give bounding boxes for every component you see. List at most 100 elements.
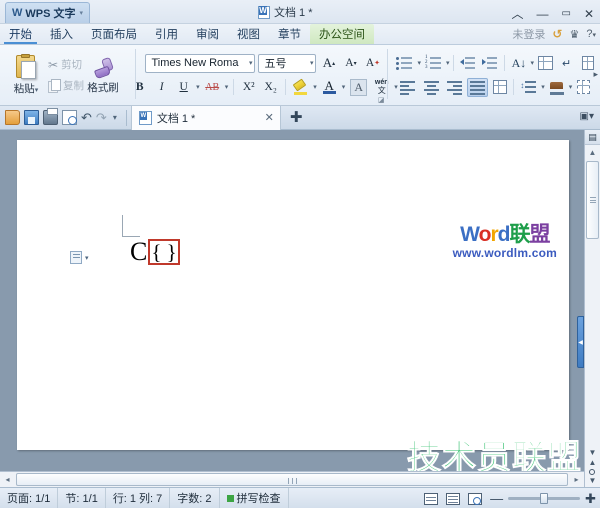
- next-page-button[interactable]: ▼: [589, 477, 597, 485]
- status-word-count[interactable]: 字数: 2: [170, 487, 220, 508]
- document-page[interactable]: ▾ C { } Word联盟 www.wordlm.com: [17, 140, 569, 450]
- scroll-right-button[interactable]: ▸: [569, 472, 584, 487]
- show-formatting-marks-button[interactable]: [536, 54, 555, 73]
- document-tab[interactable]: 文档 1 * ✕: [130, 105, 281, 130]
- chevron-down-icon[interactable]: ▾: [85, 254, 89, 262]
- document-text[interactable]: C { }: [130, 237, 180, 267]
- select-browse-object-icon[interactable]: [589, 469, 596, 475]
- maximize-button[interactable]: ▭: [561, 7, 570, 21]
- tab-review[interactable]: 审阅: [187, 24, 228, 44]
- status-spell-check[interactable]: 拼写检查: [220, 487, 289, 508]
- print-icon[interactable]: [43, 108, 58, 125]
- horizontal-scrollbar[interactable]: ◂ ▸: [0, 471, 584, 487]
- horizontal-scroll-thumb[interactable]: [16, 473, 568, 486]
- paste-button[interactable]: 粘贴▾: [6, 54, 46, 96]
- minimize-button[interactable]: —: [536, 7, 548, 21]
- side-panel-toggle[interactable]: ◀: [577, 316, 584, 368]
- status-line-column[interactable]: 行: 1 列: 7: [106, 487, 171, 508]
- undo-icon[interactable]: ↶: [81, 111, 92, 124]
- clear-formatting-button[interactable]: A ✦: [363, 54, 382, 73]
- font-dialog-launcher[interactable]: ◪: [378, 96, 385, 104]
- print-layout-view-button[interactable]: [424, 492, 439, 505]
- tab-start[interactable]: 开始: [0, 24, 41, 44]
- font-color-chevron-icon[interactable]: ▾: [342, 83, 346, 91]
- vertical-scrollbar[interactable]: ▤ ▲ ▼ ▲ ▼: [584, 130, 600, 487]
- account-status-label[interactable]: 未登录: [512, 26, 545, 42]
- tab-insert[interactable]: 插入: [41, 24, 82, 44]
- ribbon-overflow-button[interactable]: ▸: [593, 69, 598, 80]
- align-center-button[interactable]: [421, 78, 442, 97]
- italic-button[interactable]: I: [152, 78, 171, 97]
- line-spacing-chevron-icon[interactable]: ▾: [541, 83, 545, 91]
- font-color-button[interactable]: A: [320, 78, 339, 97]
- scroll-down-button[interactable]: ▼: [589, 449, 597, 457]
- cut-button[interactable]: ✂ 剪切: [48, 55, 84, 74]
- save-icon[interactable]: [24, 110, 39, 125]
- tab-page-layout[interactable]: 页面布局: [82, 24, 146, 44]
- zoom-out-button[interactable]: —: [490, 492, 503, 505]
- justify-button[interactable]: [467, 77, 489, 97]
- sort-chevron-icon[interactable]: ▾: [530, 59, 534, 67]
- tab-references[interactable]: 引用: [146, 24, 187, 44]
- bullet-list-button[interactable]: [394, 54, 415, 73]
- decrease-indent-button[interactable]: [458, 54, 478, 73]
- highlight-color-button[interactable]: [291, 78, 310, 97]
- align-left-button[interactable]: [398, 78, 419, 97]
- vertical-scroll-thumb[interactable]: [586, 161, 599, 239]
- chevron-down-icon[interactable]: ▾: [310, 59, 314, 67]
- increase-indent-button[interactable]: [480, 54, 500, 73]
- font-family-combobox[interactable]: Times New Roma ▾: [145, 53, 256, 73]
- previous-page-button[interactable]: ▲: [589, 459, 597, 467]
- web-layout-view-button[interactable]: [468, 492, 483, 505]
- sort-button[interactable]: A↓: [509, 54, 528, 73]
- superscript-button[interactable]: X²: [239, 78, 258, 97]
- tab-view[interactable]: 视图: [228, 24, 269, 44]
- strikethrough-options-chevron-icon[interactable]: ▾: [225, 83, 229, 91]
- outline-view-button[interactable]: [446, 492, 461, 505]
- status-section[interactable]: 节: 1/1: [58, 487, 106, 508]
- numbered-list-button[interactable]: 1 2 3: [423, 54, 444, 73]
- chevron-down-icon[interactable]: ▾: [35, 87, 39, 94]
- insert-line-break-button[interactable]: ↵: [557, 54, 576, 73]
- subscript-button[interactable]: X₂: [261, 78, 280, 97]
- numbered-list-chevron-icon[interactable]: ▾: [446, 59, 450, 67]
- wps-app-menu-button[interactable]: W WPS 文字 ▾: [5, 2, 91, 23]
- zoom-in-button[interactable]: ✚: [585, 492, 596, 505]
- new-tab-button[interactable]: ✚: [281, 110, 312, 125]
- split-window-button[interactable]: ▤: [584, 130, 600, 145]
- zoom-slider-track[interactable]: [508, 493, 581, 504]
- chevron-down-icon[interactable]: ▾: [249, 59, 253, 67]
- distribute-button[interactable]: [490, 78, 509, 97]
- format-painter-button[interactable]: 格式刷: [84, 56, 122, 95]
- close-button[interactable]: ✕: [584, 7, 594, 21]
- zoom-control[interactable]: — ✚: [490, 492, 596, 505]
- underline-options-chevron-icon[interactable]: ▾: [196, 83, 200, 91]
- align-right-button[interactable]: [444, 78, 465, 97]
- tab-office-space[interactable]: 办公空间: [310, 24, 374, 44]
- collapse-ribbon-button[interactable]: ︿: [511, 7, 523, 21]
- strikethrough-button[interactable]: AB: [203, 78, 222, 97]
- character-border-button[interactable]: A: [348, 78, 369, 97]
- customize-toolbar-chevron-icon[interactable]: ▾: [113, 113, 117, 122]
- underline-button[interactable]: U: [174, 78, 193, 97]
- highlight-options-chevron-icon[interactable]: ▾: [313, 83, 317, 91]
- copy-button[interactable]: 复制: [48, 76, 84, 95]
- document-canvas[interactable]: ▾ C { } Word联盟 www.wordlm.com 技术员联盟 www.…: [0, 130, 600, 487]
- scroll-up-button[interactable]: ▲: [585, 145, 600, 160]
- selected-braces-highlight[interactable]: { }: [148, 239, 180, 265]
- tab-panel-toggle-icon[interactable]: ▣▾: [580, 111, 594, 122]
- tab-chapter[interactable]: 章节: [269, 24, 310, 44]
- shading-chevron-icon[interactable]: ▾: [569, 83, 573, 91]
- shrink-font-button[interactable]: A ▾: [341, 54, 360, 73]
- bullet-list-chevron-icon[interactable]: ▾: [417, 59, 421, 67]
- zoom-slider-knob[interactable]: [540, 493, 549, 504]
- line-spacing-button[interactable]: ↕: [518, 78, 539, 97]
- bold-button[interactable]: B: [130, 78, 149, 97]
- close-icon[interactable]: ✕: [265, 111, 274, 124]
- paste-options-badge[interactable]: ▾: [70, 251, 89, 264]
- open-icon[interactable]: [5, 110, 20, 125]
- status-page[interactable]: 页面: 1/1: [0, 487, 59, 508]
- scroll-left-button[interactable]: ◂: [0, 472, 15, 487]
- font-size-combobox[interactable]: 五号 ▾: [258, 53, 317, 73]
- shading-button[interactable]: [547, 78, 567, 97]
